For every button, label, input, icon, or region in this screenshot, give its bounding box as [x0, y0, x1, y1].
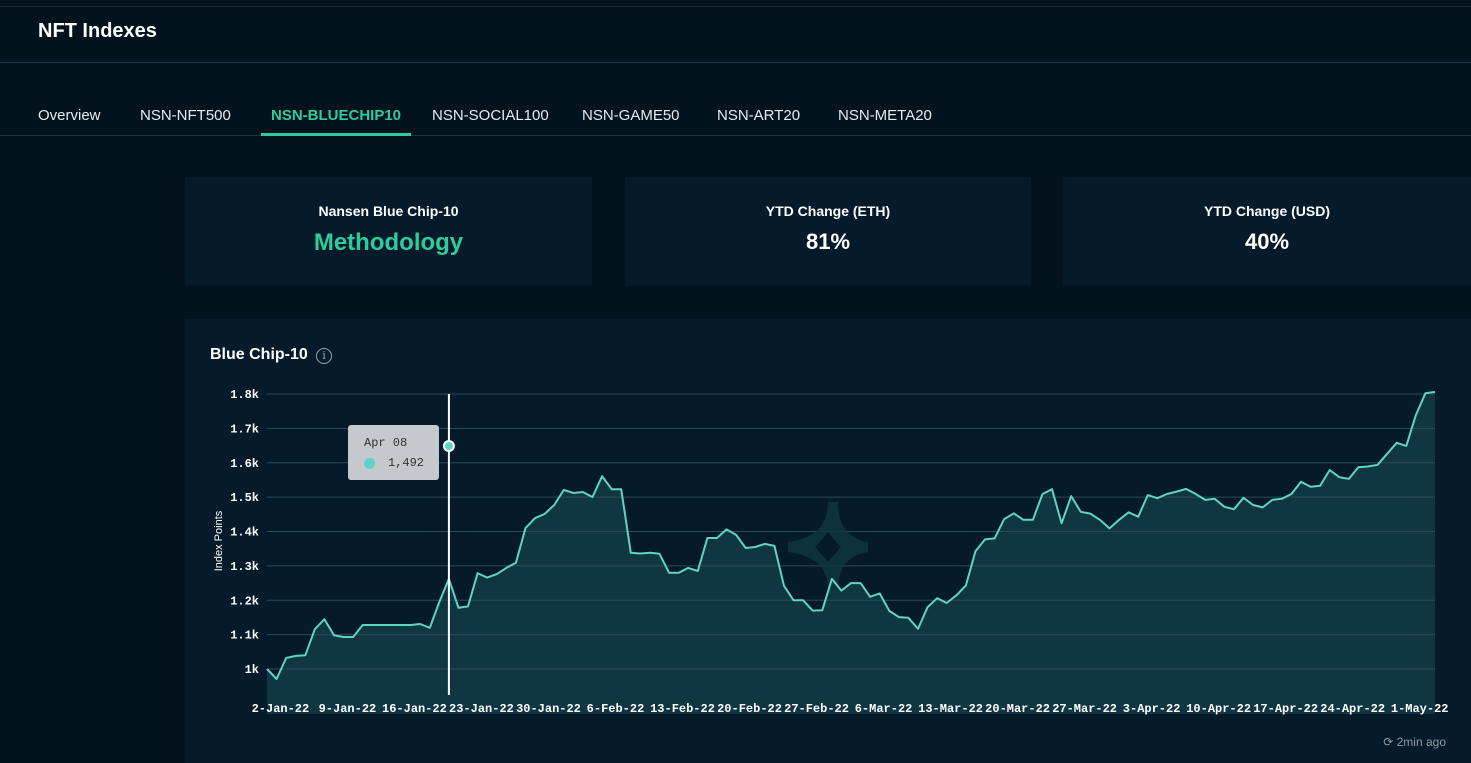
index-tabs: Overview NSN-NFT500 NSN-BLUECHIP10 NSN-S… [0, 96, 1471, 136]
y-tick-label: 1k [245, 663, 259, 677]
x-tick-label: 16-Jan-22 [382, 702, 447, 716]
index-chart[interactable]: 1k 1.1k 1.2k 1.3k 1.4k 1.5k 1.6k 1.7k 1.8k Index … [185, 319, 1471, 763]
header-divider [0, 62, 1471, 63]
x-tick-label: 27-Feb-22 [784, 702, 849, 716]
x-tick-label: 2-Jan-22 [252, 702, 310, 716]
tab-nsn-bluechip10[interactable]: NSN-BLUECHIP10 [260, 107, 412, 136]
tab-overview[interactable]: Overview [38, 107, 101, 124]
ytd-usd-label: YTD Change (USD) [1204, 203, 1330, 219]
chart-tooltip: Apr 08 1,492 [348, 425, 439, 480]
ytd-eth-value: 81% [805, 229, 851, 254]
updated-text: 2min ago [1396, 735, 1446, 749]
tab-nsn-game50[interactable]: NSN-GAME50 [582, 107, 680, 124]
ytd-eth-card: YTD Change (ETH) 81% [625, 177, 1031, 286]
x-tick-label: 30-Jan-22 [516, 702, 581, 716]
y-tick-label: 1.5k [230, 491, 259, 505]
methodology-link[interactable]: Methodology [185, 229, 592, 257]
refresh-icon: ⟳ [1383, 735, 1394, 749]
x-tick-label: 3-Apr-22 [1123, 702, 1181, 716]
x-tick-label: 20-Feb-22 [717, 702, 782, 716]
hover-point [442, 440, 455, 452]
x-tick-label: 13-Mar-22 [918, 702, 983, 716]
ytd-eth-label: YTD Change (ETH) [765, 203, 891, 219]
tab-nsn-meta20[interactable]: NSN-META20 [838, 107, 932, 124]
y-tick-label: 1.4k [230, 526, 259, 540]
tooltip-value: 1,492 [388, 456, 425, 470]
y-tick-label: 1.1k [230, 629, 259, 643]
y-tick-label: 1.3k [230, 560, 259, 574]
chart-title: Blue Chip-10 [210, 346, 308, 363]
chart-card: 1k 1.1k 1.2k 1.3k 1.4k 1.5k 1.6k 1.7k 1.8k Index … [185, 319, 1471, 763]
tab-nsn-social100[interactable]: NSN-SOCIAL100 [432, 107, 549, 124]
y-tick-label: 1.7k [230, 422, 259, 436]
y-tick-label: 1.8k [230, 388, 259, 402]
ytd-usd-card: YTD Change (USD) 40% [1063, 177, 1471, 286]
methodology-card: Nansen Blue Chip-10 Methodology [185, 177, 592, 286]
page-title: NFT Indexes [38, 20, 157, 42]
tab-nsn-nft500[interactable]: NSN-NFT500 [140, 107, 231, 124]
x-tick-label: 17-Apr-22 [1253, 702, 1318, 716]
x-tick-label: 24-Apr-22 [1320, 702, 1385, 716]
x-tick-label: 27-Mar-22 [1052, 702, 1117, 716]
tooltip-series-dot [364, 458, 375, 469]
top-divider [0, 6, 1471, 7]
ytd-usd-value: 40% [1244, 229, 1290, 254]
info-icon[interactable]: i [316, 348, 332, 364]
x-tick-label: 9-Jan-22 [319, 702, 377, 716]
x-tick-label: 23-Jan-22 [449, 702, 514, 716]
y-axis-label: Index Points [213, 510, 225, 571]
nansen-watermark-icon [788, 502, 868, 589]
index-name: Nansen Blue Chip-10 [318, 203, 459, 219]
y-tick-label: 1.6k [230, 457, 259, 471]
x-tick-label: 1-May-22 [1391, 702, 1449, 716]
x-tick-label: 6-Feb-22 [587, 702, 645, 716]
x-tick-label: 20-Mar-22 [985, 702, 1050, 716]
x-tick-label: 13-Feb-22 [650, 702, 715, 716]
y-tick-label: 1.2k [230, 594, 259, 608]
x-tick-label: 6-Mar-22 [855, 702, 913, 716]
x-tick-label: 10-Apr-22 [1186, 702, 1251, 716]
tab-nsn-art20[interactable]: NSN-ART20 [717, 107, 800, 124]
tooltip-date: Apr 08 [364, 436, 408, 450]
last-updated: ⟳ 2min ago [1383, 735, 1446, 749]
